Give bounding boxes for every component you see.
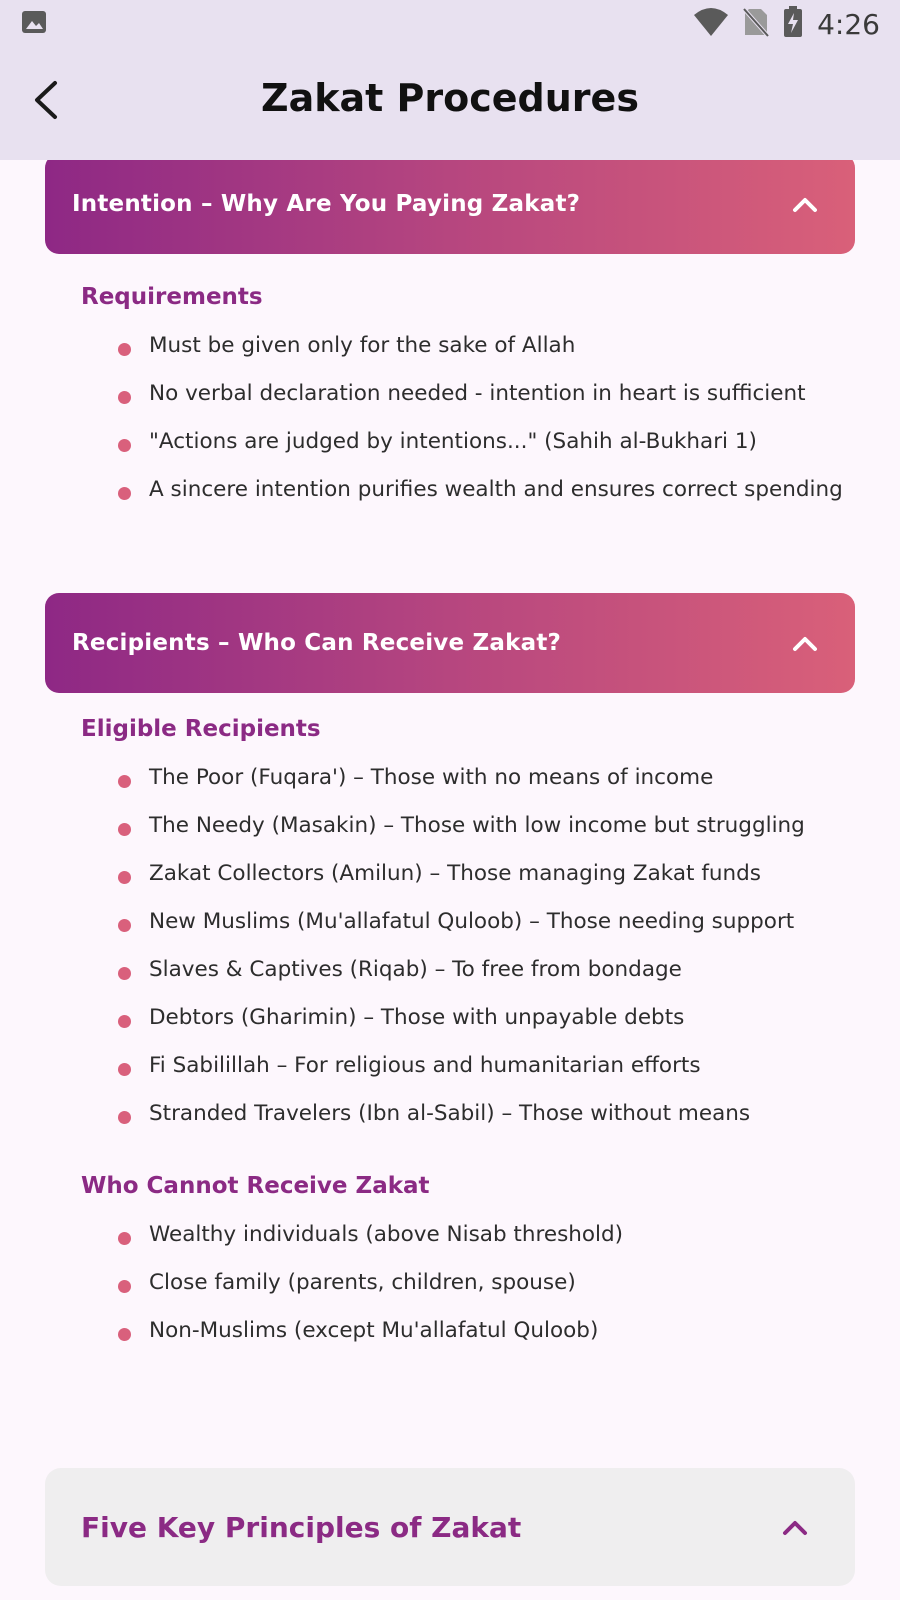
requirements-list: Must be given only for the sake of Allah… <box>115 330 855 522</box>
content-scroll[interactable]: Intention – Why Are You Paying Zakat? Re… <box>0 160 900 1600</box>
bullet-dot-icon <box>118 1111 131 1124</box>
list-item: The Poor (Fuqara') – Those with no means… <box>115 762 855 794</box>
bullet-dot-icon <box>118 871 131 884</box>
section-header-recipients[interactable]: Recipients – Who Can Receive Zakat? <box>45 593 855 693</box>
page-title: Zakat Procedures <box>261 76 639 120</box>
bullet-dot-icon <box>118 439 131 452</box>
cannot-receive-list: Wealthy individuals (above Nisab thresho… <box>115 1219 855 1363</box>
list-item: New Muslims (Mu'allafatul Quloob) – Thos… <box>115 906 855 938</box>
bullet-dot-icon <box>118 823 131 836</box>
bullet-dot-icon <box>118 487 131 500</box>
list-item: Must be given only for the sake of Allah <box>115 330 855 362</box>
list-item: Debtors (Gharimin) – Those with unpayabl… <box>115 1002 855 1034</box>
bullet-dot-icon <box>118 967 131 980</box>
battery-charging-icon <box>783 6 803 42</box>
chevron-up-icon[interactable] <box>775 1507 815 1547</box>
bullet-dot-icon <box>118 775 131 788</box>
subheading-requirements: Requirements <box>81 284 263 310</box>
list-item: Zakat Collectors (Amilun) – Those managi… <box>115 858 855 890</box>
bullet-dot-icon <box>118 1015 131 1028</box>
card-title: Five Key Principles of Zakat <box>81 1510 522 1544</box>
list-item: Non-Muslims (except Mu'allafatul Quloob) <box>115 1315 855 1347</box>
bullet-dot-icon <box>118 391 131 404</box>
list-item: Slaves & Captives (Riqab) – To free from… <box>115 954 855 986</box>
bullet-dot-icon <box>118 1063 131 1076</box>
list-item: Stranded Travelers (Ibn al-Sabil) – Thos… <box>115 1098 855 1130</box>
section-title: Recipients – Who Can Receive Zakat? <box>72 630 562 656</box>
bullet-dot-icon <box>118 1232 131 1245</box>
bullet-dot-icon <box>118 343 131 356</box>
chevron-up-icon[interactable] <box>785 623 825 663</box>
list-item: "Actions are judged by intentions..." (S… <box>115 426 855 458</box>
list-item: A sincere intention purifies wealth and … <box>115 474 855 506</box>
list-item: Wealthy individuals (above Nisab thresho… <box>115 1219 855 1251</box>
status-time: 4:26 <box>817 7 880 41</box>
subheading-cannot-receive: Who Cannot Receive Zakat <box>81 1173 430 1199</box>
chevron-up-icon[interactable] <box>785 184 825 224</box>
wifi-icon <box>693 7 729 41</box>
app-bar: Zakat Procedures <box>0 48 900 160</box>
bullet-dot-icon <box>118 1328 131 1341</box>
list-item: Close family (parents, children, spouse) <box>115 1267 855 1299</box>
eligible-recipients-list: The Poor (Fuqara') – Those with no means… <box>115 762 855 1146</box>
status-bar: 4:26 <box>0 0 900 48</box>
bullet-dot-icon <box>118 1280 131 1293</box>
section-header-intention[interactable]: Intention – Why Are You Paying Zakat? <box>45 160 855 254</box>
list-item: The Needy (Masakin) – Those with low inc… <box>115 810 855 842</box>
subheading-eligible-recipients: Eligible Recipients <box>81 716 321 742</box>
list-item: No verbal declaration needed - intention… <box>115 378 855 410</box>
section-title: Intention – Why Are You Paying Zakat? <box>72 191 581 217</box>
list-item: Fi Sabilillah – For religious and humani… <box>115 1050 855 1082</box>
bullet-dot-icon <box>118 919 131 932</box>
image-icon <box>20 8 48 40</box>
section-card-five-principles[interactable]: Five Key Principles of Zakat <box>45 1468 855 1586</box>
no-sim-icon <box>742 7 770 41</box>
